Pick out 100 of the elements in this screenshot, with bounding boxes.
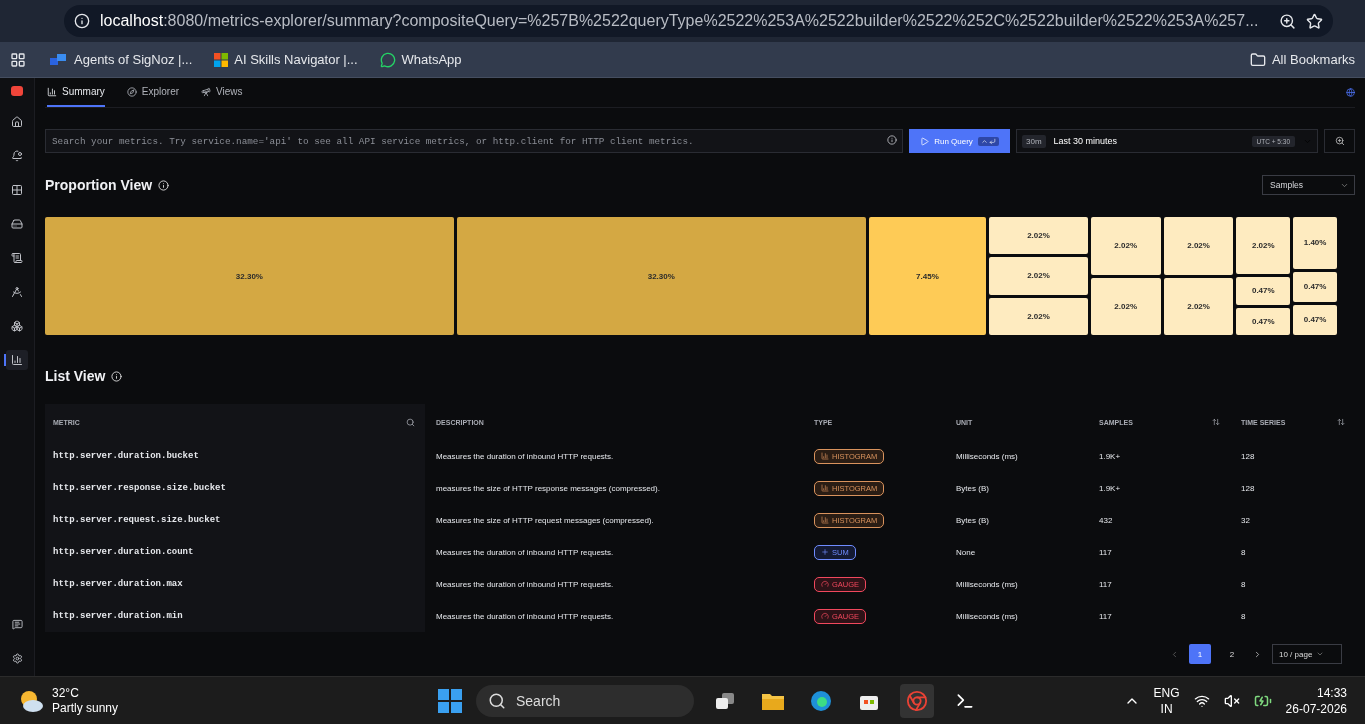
search-icon [488,691,506,710]
language-indicator[interactable]: ENG IN [1153,684,1180,717]
table-cell-text: 32 [1240,514,1251,527]
table-cell-text: Measures the duration of inbound HTTP requests. [435,578,615,591]
table-cell-text: Measures the duration of inbound HTTP requests. [435,450,615,463]
home-icon [11,116,23,128]
search-field[interactable]: Search your metrics. Try service.name='api' to see all API service metrics, or http.client for HTTP client metrics. [45,129,903,153]
table-cell-text: 1.9K+ [1098,450,1122,463]
table-cell-text: Milliseconds (ms) [955,610,1019,623]
settings-icon [11,652,23,664]
treemap-tile[interactable]: 2.02% [989,257,1088,295]
shortcut-icon [977,136,999,146]
sort-icon[interactable] [1212,418,1220,426]
table-cell-text: measures the size of HTTP response messages (compressed). [435,482,661,495]
url-text: localhost:8080/metrics-explorer/summary?compositeQuery=%257B%2522queryType%2522%253A%2522builder%2522%252C%2522builder%2522%253A%257... [100,12,1259,30]
table-cell-text: 117 [1098,546,1113,559]
table-cell: http.server.response.size.bucket [45,472,425,504]
bookmark[interactable]: Agents of SigNoz |... [48,52,193,67]
compass-icon [11,286,23,298]
table-cell: http.server.duration.max [45,568,425,600]
region: IN [1160,700,1173,717]
apps-icon[interactable] [10,51,26,68]
treemap-tile[interactable]: 1.40% [1293,217,1337,269]
sidebar-item[interactable] [6,350,28,370]
next-icon[interactable] [1253,649,1262,659]
info-icon[interactable] [74,13,90,29]
table-cell-text: Measures the size of HTTP request messages (compressed). [435,514,655,527]
grid-icon [11,184,23,196]
table-cell-text: 432 [1098,514,1114,527]
treemap-tile[interactable]: 32.30% [456,217,866,335]
bookmark[interactable]: AI Skills Navigator |... [214,52,358,67]
type-icon [821,548,829,556]
treemap-tile[interactable]: 2.02% [989,297,1088,335]
page-button[interactable]: 1 [1189,644,1211,664]
treemap-tile[interactable]: 2.02% [1090,277,1161,335]
weather-text: Partly sunny [52,700,119,716]
language: ENG [1153,684,1180,701]
chat-icon [379,51,396,68]
type-icon [821,516,829,524]
chevron-icon [1316,650,1325,658]
table-cell-text: Bytes (B) [955,514,990,527]
search-icon[interactable] [406,417,415,427]
zoom-icon [1334,136,1345,146]
type-icon [821,452,829,460]
treemap-tile[interactable]: 7.45% [868,217,987,335]
table-cell-text: None [955,546,977,559]
treemap-tile[interactable]: 2.02% [1163,217,1234,275]
treemap-tile[interactable]: 0.47% [1293,304,1337,335]
info-icon [111,370,123,382]
clock[interactable]: 14:33 26-07-2026 [1285,684,1347,717]
table-cell-text: 1.9K+ [1098,482,1122,495]
address-bar[interactable]: localhost:8080/metrics-explorer/summary?compositeQuery=%257B%2522queryType%2522%253A%2522builder%2522%252C%2522builder%2522%253A%257... [64,5,1333,37]
sort-select[interactable]: Samples [1262,175,1355,195]
type-icon [821,580,829,588]
page-size-select[interactable]: 10 / page [1272,644,1342,664]
time-range: Last 30 minutes [1053,136,1119,146]
type-icon [821,484,829,492]
bell-icon [11,150,23,162]
sort-icon[interactable] [1337,418,1345,426]
treemap-tile[interactable]: 2.02% [1236,217,1291,274]
globe-icon[interactable] [1346,88,1355,97]
treemap-tile[interactable]: 32.30% [45,217,454,335]
windows-icon[interactable] [438,688,462,713]
star-icon[interactable] [1305,12,1323,30]
info-icon [158,179,170,191]
treemap-tile[interactable]: 0.47% [1236,307,1291,335]
compass-icon [126,86,137,97]
run-query-button[interactable]: Run Query [909,129,1010,153]
table-cell-text: Measures the duration of inbound HTTP requests. [435,546,615,559]
treemap-tile[interactable]: 2.02% [989,217,1088,255]
folder-icon [1249,51,1266,68]
chrome-icon[interactable] [900,683,934,718]
table-cell-text: 128 [1240,450,1256,463]
tab[interactable]: Views [201,78,243,107]
treemap-tile[interactable]: 0.47% [1236,277,1291,305]
all-bookmarks[interactable]: All Bookmarks [1249,51,1355,68]
treemap-tile[interactable]: 2.02% [1163,277,1234,335]
bar-chart-icon [11,354,23,366]
windows-icon [214,52,229,67]
tab[interactable]: Summary [47,78,105,107]
page-button[interactable]: 2 [1221,644,1243,664]
mute-icon[interactable] [1223,692,1240,709]
drive-icon [11,218,23,230]
temperature: 32°C [52,685,80,701]
table-cell-text: Measures the duration of inbound HTTP requests. [435,610,615,623]
treemap-tile[interactable]: 0.47% [1293,271,1337,302]
time-badge: 30m [1022,134,1046,148]
message-icon [11,618,23,630]
treemap-tile[interactable]: 2.02% [1090,217,1161,275]
bookmark[interactable]: WhatsApp [379,51,462,68]
tab[interactable]: Explorer [126,78,180,107]
zoom-button[interactable] [1324,129,1355,153]
zoom-icon[interactable] [1278,12,1296,30]
logo-icon[interactable] [11,86,23,96]
table-cell-text: 8 [1240,610,1247,623]
taskbar-search[interactable]: Search [476,684,694,717]
weather-icon [18,688,44,713]
info-icon [887,135,897,145]
section-title: List View [45,368,106,384]
table-cell-text: 128 [1240,482,1256,495]
